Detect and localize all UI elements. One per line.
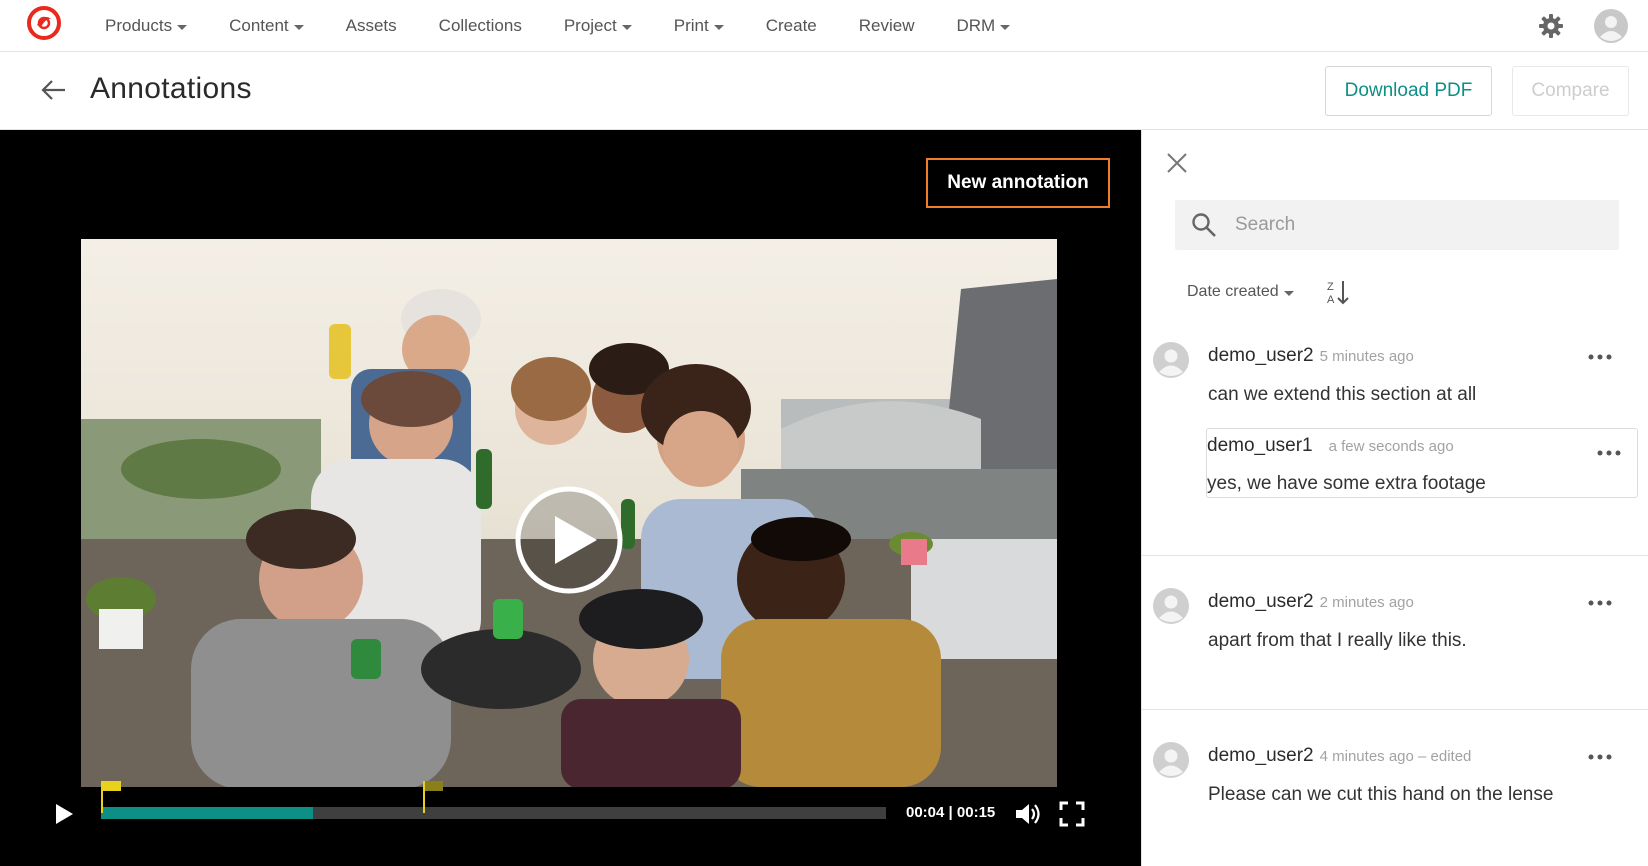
nav-label: Collections (438, 16, 522, 35)
comment-time: 4 minutes ago – edited (1319, 748, 1472, 765)
progress-fill (101, 807, 313, 819)
nav-label: Review (858, 16, 915, 35)
chevron-down-icon (621, 24, 632, 30)
comment-username: demo_user2 (1208, 345, 1314, 366)
chevron-down-icon (1000, 24, 1011, 30)
annotation-marker[interactable] (422, 781, 443, 813)
svg-text:A: A (1327, 294, 1335, 306)
volume-icon[interactable] (1014, 801, 1042, 827)
page-header: Annotations Download PDF Compare (0, 52, 1648, 130)
comment-username: demo_user2 (1208, 591, 1314, 612)
user-avatar-icon[interactable] (1594, 9, 1628, 43)
comment-text: can we extend this section at all (1208, 384, 1477, 405)
new-annotation-button[interactable]: New annotation (926, 158, 1110, 208)
close-icon[interactable] (1166, 152, 1188, 174)
nav-review[interactable]: Review (838, 16, 936, 36)
nav-collections[interactable]: Collections (418, 16, 543, 36)
nav-products[interactable]: Products (84, 16, 208, 36)
comment-time: 5 minutes ago (1319, 348, 1414, 365)
user-avatar-icon (1153, 342, 1189, 378)
nav-label: Create (765, 16, 817, 35)
compare-button[interactable]: Compare (1512, 66, 1629, 116)
comment-item: demo_user2 4 minutes ago – edited Please … (1142, 710, 1648, 866)
nav-assets[interactable]: Assets (325, 16, 418, 36)
chevron-down-icon (1283, 290, 1294, 296)
sort-az-icon[interactable]: Z A (1326, 278, 1350, 306)
more-icon[interactable] (1587, 599, 1613, 607)
gear-icon[interactable] (1538, 13, 1564, 39)
comment-time: 2 minutes ago (1319, 594, 1414, 611)
more-icon[interactable] (1587, 353, 1613, 361)
play-icon[interactable] (52, 801, 76, 827)
top-nav: Products Content Assets Collections Proj… (0, 0, 1648, 52)
nav-label: Content (229, 16, 289, 35)
play-icon[interactable] (513, 484, 625, 596)
comment-author: demo_user2 5 minutes ago (1208, 345, 1414, 367)
search-icon (1192, 213, 1216, 237)
user-avatar-icon (1153, 588, 1189, 624)
reply-item: demo_user1 a few seconds ago yes, we have… (1206, 428, 1638, 498)
svg-text:Z: Z (1327, 281, 1334, 293)
comment-text: apart from that I really like this. (1208, 630, 1467, 651)
fullscreen-icon[interactable] (1059, 801, 1085, 827)
comment-username: demo_user2 (1208, 745, 1314, 766)
reply-text: yes, we have some extra footage (1207, 473, 1486, 494)
page-title: Annotations (90, 72, 252, 105)
comment-item: demo_user2 5 minutes ago can we extend th… (1142, 320, 1648, 556)
chevron-down-icon (713, 24, 724, 30)
logo-icon[interactable] (26, 5, 62, 41)
reply-time: a few seconds ago (1328, 438, 1454, 455)
nav-label: Products (105, 16, 173, 35)
annotations-panel: Date created Z A demo_user2 5 minutes ago… (1141, 130, 1648, 866)
nav-content[interactable]: Content (208, 16, 325, 36)
nav-label: Project (563, 16, 617, 35)
sort-label: Date created (1187, 283, 1279, 300)
progress-bar[interactable] (101, 807, 886, 819)
reply-username: demo_user1 (1207, 435, 1313, 456)
search-input[interactable] (1235, 200, 1605, 250)
video-player: New annotation 00:04 | 00:15 (0, 130, 1141, 866)
download-pdf-button[interactable]: Download PDF (1325, 66, 1492, 116)
user-avatar-icon (1153, 742, 1189, 778)
timecode: 00:04 | 00:15 (906, 804, 996, 821)
more-icon[interactable] (1587, 753, 1613, 761)
nav-print[interactable]: Print (653, 16, 745, 36)
comment-text: Please can we cut this hand on the lense (1208, 784, 1554, 805)
nav-menu: Products Content Assets Collections Proj… (84, 0, 1031, 52)
comment-author: demo_user2 4 minutes ago – edited (1208, 745, 1471, 767)
comment-item: demo_user2 2 minutes ago apart from that … (1142, 556, 1648, 710)
nav-label: Assets (345, 16, 397, 35)
more-icon[interactable] (1596, 449, 1622, 457)
nav-create[interactable]: Create (745, 16, 838, 36)
reply-author: demo_user1 a few seconds ago (1207, 435, 1454, 457)
search-box (1175, 200, 1619, 250)
chevron-down-icon (177, 24, 188, 30)
back-arrow-icon[interactable] (40, 76, 68, 104)
sort-dropdown[interactable]: Date created (1187, 283, 1294, 301)
nav-label: Print (673, 16, 709, 35)
nav-drm[interactable]: DRM (936, 16, 1032, 36)
nav-project[interactable]: Project (543, 16, 653, 36)
chevron-down-icon (293, 24, 304, 30)
nav-label: DRM (956, 16, 996, 35)
comment-author: demo_user2 2 minutes ago (1208, 591, 1414, 613)
annotation-marker[interactable] (101, 781, 121, 813)
